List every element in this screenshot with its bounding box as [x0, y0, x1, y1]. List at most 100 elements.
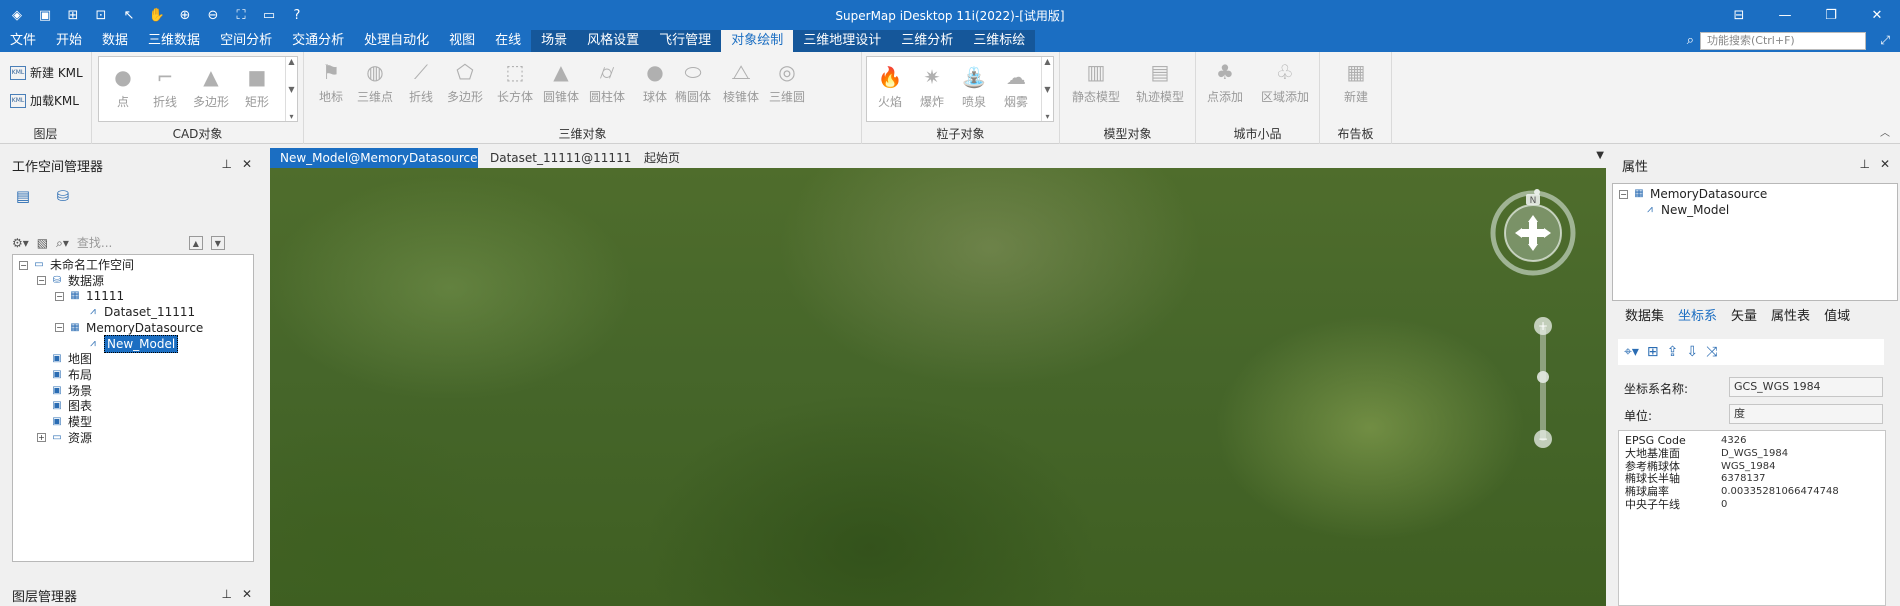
- close-icon[interactable]: ✕: [242, 587, 252, 601]
- menu-tab[interactable]: 文件: [0, 30, 46, 52]
- 3d-object-button[interactable]: ⬚ 长方体: [494, 58, 536, 105]
- menu-tab[interactable]: 在线: [485, 30, 531, 52]
- 3d-object-button[interactable]: ⧍ 棱锥体: [720, 58, 762, 105]
- tab-new-model[interactable]: New_Model@MemoryDatasource ✕: [270, 148, 500, 168]
- close-icon[interactable]: ✕: [242, 157, 252, 171]
- expand-toggle[interactable]: +: [37, 433, 46, 443]
- projection-settings-icon[interactable]: ⌖▾: [1624, 344, 1639, 360]
- pin-icon[interactable]: ⊥: [221, 157, 231, 171]
- 3d-object-button[interactable]: ◍ 三维点: [354, 58, 396, 105]
- tab-dataset[interactable]: Dataset_11111@11111: [480, 148, 641, 168]
- properties-tab[interactable]: 数据集: [1618, 307, 1671, 327]
- 3d-object-button[interactable]: ▲ 圆锥体: [540, 58, 582, 105]
- fullscreen-icon[interactable]: ⤢: [1880, 33, 1890, 48]
- 3d-object-button[interactable]: ◎ 三维圆: [766, 58, 808, 105]
- export-icon[interactable]: ⇪: [1667, 344, 1679, 360]
- load-kml-button[interactable]: KML 加载KML: [10, 92, 79, 109]
- close-button[interactable]: ✕: [1854, 0, 1900, 30]
- collapse-toggle[interactable]: −: [55, 291, 64, 301]
- collapse-ribbon-icon[interactable]: ︿: [1880, 124, 1890, 139]
- zoom-slider[interactable]: + −: [1532, 316, 1554, 451]
- pin-icon[interactable]: ⊥: [1859, 157, 1869, 171]
- tree-node-memorydatasource[interactable]: − ▦ MemoryDatasource: [1619, 186, 1767, 202]
- static-model-button[interactable]: ▥ 静态模型: [1068, 58, 1124, 105]
- restore-button[interactable]: ❐: [1808, 0, 1854, 30]
- particle-button[interactable]: ⛲ 喷泉: [955, 63, 993, 110]
- workspace-options-icon[interactable]: ⚙▾: [12, 236, 29, 250]
- tree-node[interactable]: + ▭ 资源: [37, 430, 92, 446]
- tree-node[interactable]: ⩘ Dataset_11111: [73, 304, 195, 320]
- collapse-toggle[interactable]: −: [55, 323, 64, 333]
- tab-start-page[interactable]: 起始页: [634, 148, 690, 168]
- particle-button[interactable]: 🔥 火焰: [871, 63, 909, 110]
- 3d-scene-view[interactable]: N + −: [270, 168, 1606, 606]
- tree-node[interactable]: − ▦ MemoryDatasource: [55, 320, 203, 336]
- 3d-object-button[interactable]: ● 球体: [634, 58, 676, 105]
- cad-polyline-button[interactable]: ⌐ 折线: [147, 63, 183, 110]
- tab-list-dropdown-icon[interactable]: ▼: [1596, 150, 1604, 161]
- menu-tab[interactable]: 三维地理设计: [793, 30, 892, 52]
- tree-node[interactable]: ▣ 布局: [37, 367, 92, 383]
- menu-tab[interactable]: 三维分析: [891, 30, 964, 52]
- menu-tab[interactable]: 飞行管理: [649, 30, 722, 52]
- properties-tab[interactable]: 属性表: [1764, 307, 1817, 327]
- properties-tab[interactable]: 坐标系: [1671, 307, 1724, 327]
- function-search-input[interactable]: 功能搜索(Ctrl+F): [1700, 32, 1866, 50]
- menu-tab[interactable]: 三维数据: [138, 30, 210, 52]
- cad-point-button[interactable]: ● 点: [105, 63, 141, 110]
- tree-node[interactable]: ▣ 图表: [37, 398, 92, 414]
- particle-button[interactable]: ☁ 烟雾: [997, 63, 1035, 110]
- particle-button[interactable]: ✷ 爆炸: [913, 63, 951, 110]
- find-icon[interactable]: ⌕▾: [56, 236, 69, 251]
- menu-tab[interactable]: 视图: [439, 30, 485, 52]
- tree-node-new-model[interactable]: ⩘ New_Model: [1643, 202, 1729, 218]
- menu-tab[interactable]: 三维标绘: [963, 30, 1036, 52]
- menu-tab[interactable]: 风格设置: [577, 30, 650, 52]
- tree-node[interactable]: − ⛁ 数据源: [37, 273, 104, 289]
- properties-tab[interactable]: 矢量: [1724, 307, 1764, 327]
- transform-icon[interactable]: ⤨: [1706, 344, 1717, 360]
- 3d-object-button[interactable]: ⟋ 折线: [400, 58, 442, 105]
- menu-tab[interactable]: 开始: [46, 30, 92, 52]
- tree-search-input[interactable]: 查找...: [77, 234, 167, 252]
- tree-node[interactable]: − ▭ 未命名工作空间: [19, 257, 134, 273]
- menu-tab[interactable]: 交通分析: [282, 30, 354, 52]
- gallery-scroll[interactable]: ▲ ▼ ▾: [1041, 57, 1053, 121]
- properties-tab[interactable]: 值域: [1817, 307, 1857, 327]
- point-add-button[interactable]: ♣ 点添加: [1202, 58, 1248, 105]
- menu-tab[interactable]: 空间分析: [210, 30, 282, 52]
- 3d-object-button[interactable]: ⬭ 椭圆体: [672, 58, 714, 105]
- 3d-object-button[interactable]: ⌭ 圆柱体: [586, 58, 628, 105]
- cad-polygon-button[interactable]: ▲ 多边形: [189, 63, 233, 110]
- menu-tab[interactable]: 场景: [531, 30, 578, 52]
- close-icon[interactable]: ✕: [1880, 157, 1890, 171]
- 3d-object-button[interactable]: ⬠ 多边形: [444, 58, 486, 105]
- ribbon-display-icon[interactable]: ⊟: [1716, 0, 1762, 30]
- tree-node[interactable]: ▣ 地图: [37, 351, 92, 367]
- area-add-button[interactable]: ♧ 区域添加: [1256, 58, 1314, 105]
- collapse-toggle[interactable]: −: [37, 276, 46, 286]
- find-next-icon[interactable]: ▼: [210, 236, 225, 250]
- tree-node[interactable]: ⩘ New_Model: [73, 334, 179, 353]
- database-tab-icon[interactable]: ⛁: [52, 186, 74, 206]
- menu-tab[interactable]: 处理自动化: [354, 30, 439, 52]
- gallery-scroll[interactable]: ▲ ▼ ▾: [285, 57, 297, 121]
- new-billboard-button[interactable]: ▦ 新建: [1334, 58, 1378, 105]
- find-previous-icon[interactable]: ▲: [188, 236, 203, 250]
- properties-icon[interactable]: ▧: [37, 236, 48, 250]
- cad-rectangle-button[interactable]: ■ 矩形: [239, 63, 275, 110]
- workspace-tree-tab-icon[interactable]: ▤: [12, 186, 34, 206]
- tree-node[interactable]: ▣ 场景: [37, 383, 92, 399]
- minimize-button[interactable]: —: [1762, 0, 1808, 30]
- pin-icon[interactable]: ⊥: [221, 587, 231, 601]
- new-kml-button[interactable]: KML 新建 KML: [10, 64, 83, 81]
- 3d-object-button[interactable]: ⚑ 地标: [310, 58, 352, 105]
- grid-icon[interactable]: ⊞: [1647, 344, 1659, 360]
- import-icon[interactable]: ⇩: [1686, 344, 1698, 360]
- menu-tab[interactable]: 数据: [92, 30, 138, 52]
- tree-node[interactable]: − ▦ 11111: [55, 288, 124, 304]
- collapse-toggle[interactable]: −: [19, 260, 28, 270]
- tree-node[interactable]: ▣ 模型: [37, 414, 92, 430]
- search-icon[interactable]: ⌕: [1687, 33, 1694, 48]
- trajectory-model-button[interactable]: ▤ 轨迹模型: [1132, 58, 1188, 105]
